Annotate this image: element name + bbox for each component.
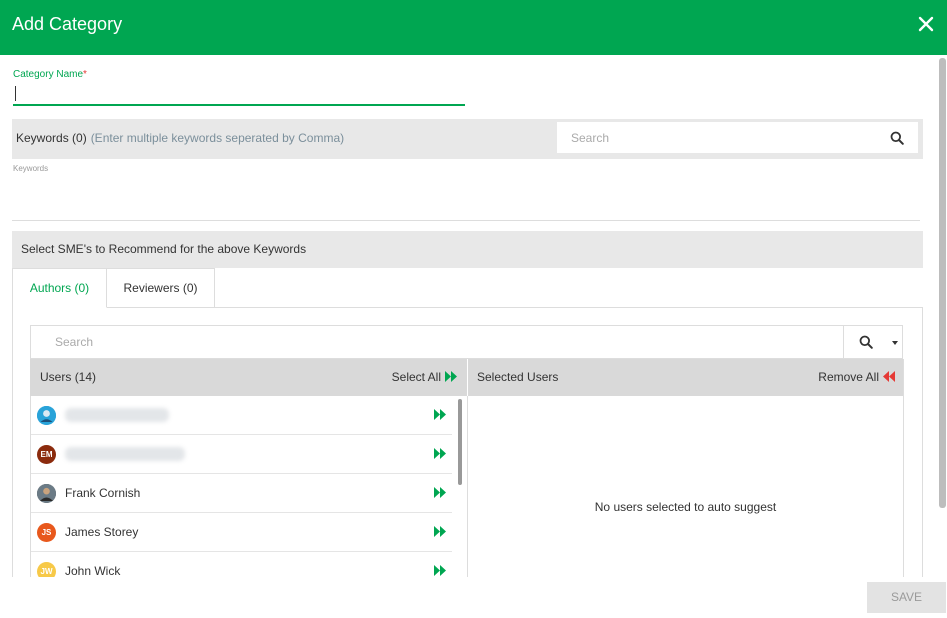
tab-authors[interactable]: Authors (0) [12, 268, 107, 308]
user-photo-icon [37, 484, 56, 503]
add-user-icon[interactable] [434, 565, 446, 576]
add-user-icon[interactable] [434, 487, 446, 498]
keywords-label: Keywords (0) (Enter multiple keywords sep… [16, 131, 345, 145]
user-name: James Storey [65, 525, 139, 539]
add-user-icon[interactable] [434, 409, 446, 420]
users-list: EM Frank Cornish JS James Storey JW John… [31, 396, 452, 577]
panel-border [903, 359, 904, 577]
redacted-name [65, 447, 185, 461]
tab-reviewers[interactable]: Reviewers (0) [107, 268, 215, 308]
close-icon[interactable] [915, 13, 937, 35]
sme-heading: Select SME's to Recommend for the above … [21, 242, 307, 256]
users-heading: Users (14) [40, 370, 97, 384]
add-user-icon[interactable] [434, 448, 446, 459]
double-arrow-left-icon [883, 371, 895, 382]
panel-divider [467, 396, 468, 577]
add-user-icon[interactable] [434, 526, 446, 537]
list-item[interactable]: JS James Storey [31, 513, 452, 552]
divider [12, 220, 920, 221]
dialog-title: Add Category [12, 14, 123, 34]
user-photo-icon [37, 406, 56, 425]
avatar: JS [37, 523, 56, 542]
user-name: Frank Cornish [65, 486, 141, 500]
keywords-field-label: Keywords [13, 164, 49, 173]
keywords-hint: (Enter multiple keywords seperated by Co… [90, 131, 345, 145]
keywords-bar: Keywords (0) (Enter multiple keywords sep… [12, 119, 923, 159]
list-item[interactable] [31, 396, 452, 435]
user-search-button[interactable] [843, 326, 903, 358]
user-search-input[interactable] [31, 326, 831, 358]
user-search [30, 325, 903, 359]
caret-down-icon [892, 341, 898, 345]
avatar [37, 406, 56, 425]
list-item[interactable]: EM [31, 435, 452, 474]
list-item[interactable]: JW John Wick [31, 552, 452, 577]
text-caret [15, 86, 16, 101]
avatar: EM [37, 445, 56, 464]
users-count: (14) [74, 370, 97, 384]
sme-heading-bar: Select SME's to Recommend for the above … [12, 231, 923, 268]
remove-all-button[interactable]: Remove All [818, 370, 895, 384]
keywords-search [557, 122, 918, 153]
double-arrow-right-icon [445, 371, 457, 382]
users-list-scrollbar[interactable] [458, 399, 462, 485]
category-name-label: Category Name* [13, 69, 87, 80]
keywords-search-input[interactable] [557, 122, 877, 153]
empty-selection-message: No users selected to auto suggest [594, 500, 777, 514]
selected-users-header: Selected Users Remove All [468, 359, 903, 396]
list-item[interactable]: Frank Cornish [31, 474, 452, 513]
role-tabs: Authors (0) Reviewers (0) [12, 268, 923, 308]
required-mark: * [83, 69, 87, 80]
search-icon[interactable] [890, 131, 904, 145]
dialog-header: Add Category [0, 0, 947, 55]
redacted-name [65, 408, 169, 422]
avatar [37, 484, 56, 503]
dialog-scrollbar[interactable] [939, 58, 946, 508]
user-name: John Wick [65, 564, 121, 577]
category-name-input[interactable] [13, 83, 465, 106]
avatar: JW [37, 562, 56, 577]
select-all-button[interactable]: Select All [392, 370, 457, 384]
search-icon [859, 335, 873, 349]
users-list-header: Users (14) Select All [30, 359, 467, 396]
selected-users-heading: Selected Users [477, 370, 559, 384]
save-button[interactable]: SAVE [867, 582, 946, 613]
